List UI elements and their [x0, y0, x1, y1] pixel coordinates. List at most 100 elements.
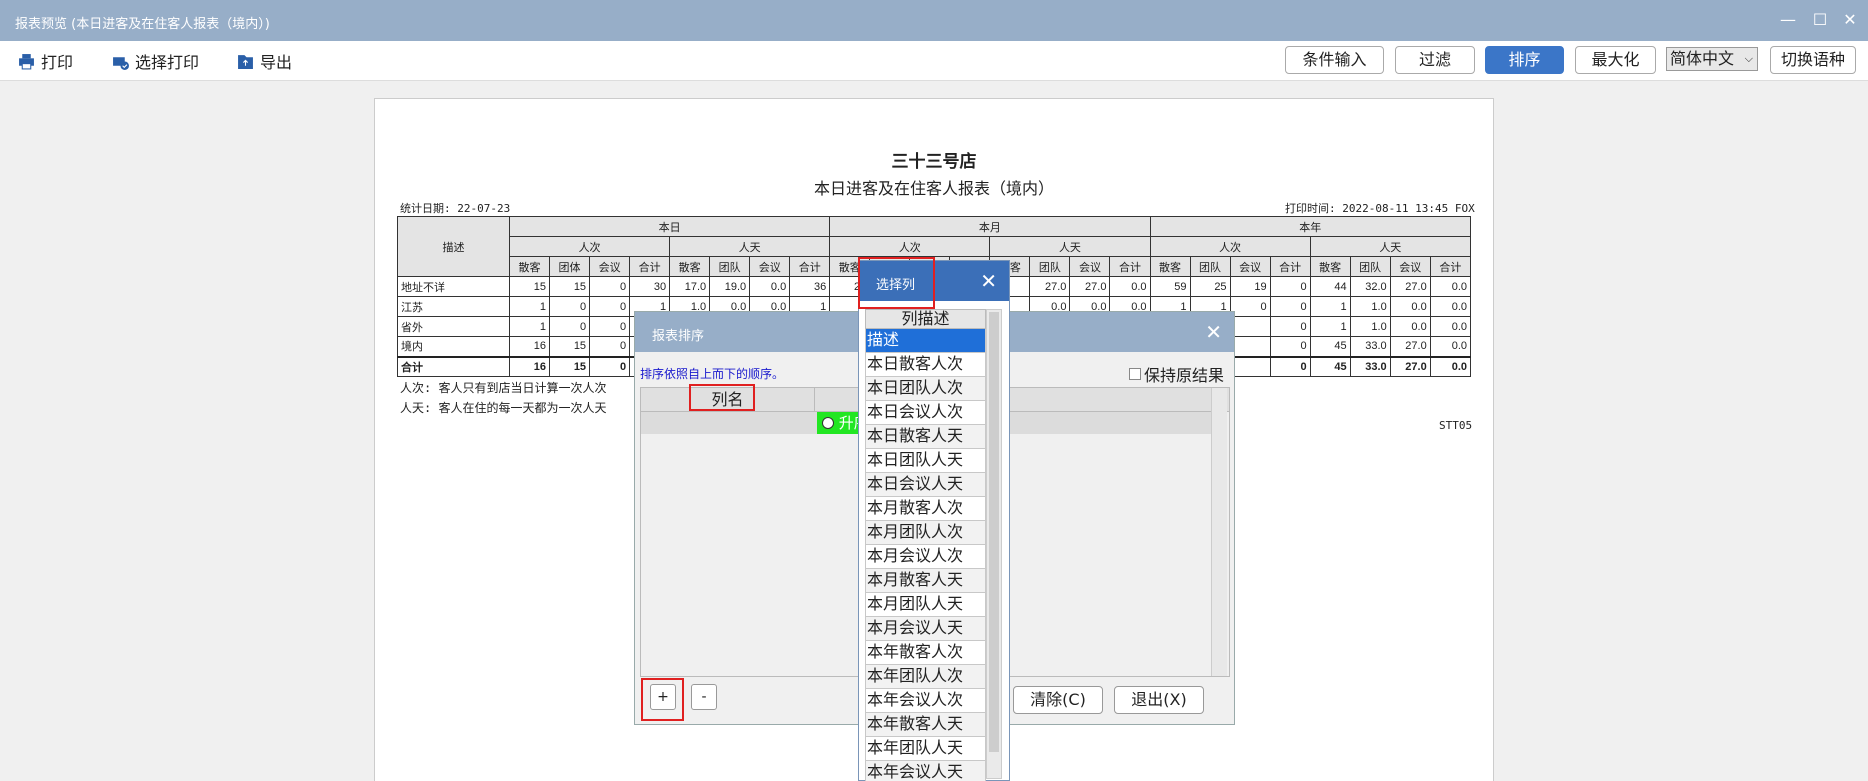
highlight-column-name — [689, 384, 755, 411]
filter-button[interactable]: 过滤 — [1395, 46, 1475, 74]
column-list-item[interactable]: 本月散客人天 — [865, 569, 986, 593]
table-cell: 0 — [589, 316, 631, 337]
table-cell: 0.0 — [1389, 316, 1431, 337]
column-list-item[interactable]: 本年散客人天 — [865, 713, 986, 737]
table-cell: 0.0 — [1429, 296, 1472, 317]
highlight-add-button — [641, 678, 684, 721]
condition-input-button[interactable]: 条件输入 — [1285, 46, 1384, 74]
scrollbar-thumb[interactable] — [989, 312, 999, 752]
table-cell: 15 — [549, 355, 591, 377]
header-group: 人次 — [829, 236, 991, 257]
table-cell: 19 — [1229, 276, 1271, 297]
column-list-item[interactable]: 本年团队人次 — [865, 665, 986, 689]
column-list-item[interactable]: 本日散客人次 — [865, 353, 986, 377]
export-icon — [238, 54, 253, 69]
header-period: 本月 — [829, 216, 1151, 237]
close-icon[interactable]: ✕ — [1205, 320, 1222, 344]
column-list-item[interactable]: 本日团队人天 — [865, 449, 986, 473]
sort-hint: 排序依照自上而下的顺序。 — [640, 367, 785, 381]
table-cell: 0 — [549, 316, 591, 337]
keep-result-checkbox[interactable]: 保持原结果 — [1129, 362, 1224, 386]
table-cell: 27.0 — [1389, 355, 1431, 377]
window-titlebar: 报表预览 (本日进客及在住客人报表（境内）) — ☐ ✕ — [0, 0, 1868, 41]
header-group: 人天 — [989, 236, 1151, 257]
header-subcol: 散客 — [508, 256, 551, 277]
table-cell: 33.0 — [1349, 355, 1391, 377]
table-cell: 0.0 — [1389, 296, 1431, 317]
column-list-scrollbar[interactable] — [986, 309, 1002, 779]
column-list-item[interactable]: 本日会议人次 — [865, 401, 986, 425]
table-cell: 15 — [549, 336, 591, 357]
row-desc: 境内 — [397, 336, 510, 357]
table-cell: 1 — [508, 316, 551, 337]
column-list-item[interactable]: 本年会议人次 — [865, 689, 986, 713]
language-select[interactable]: 简体中文 ⌵ — [1666, 47, 1758, 71]
table-cell: 27.0 — [1029, 276, 1071, 297]
table-cell: 1 — [1309, 296, 1351, 317]
restore-icon[interactable]: ☐ — [1808, 8, 1832, 32]
header-subcol: 团队 — [709, 256, 751, 277]
header-subcol: 合计 — [1109, 256, 1151, 277]
table-cell: 45 — [1309, 355, 1351, 377]
column-list-item[interactable]: 本月会议人天 — [865, 617, 986, 641]
header-subcol: 合计 — [1429, 256, 1472, 277]
remove-sort-button[interactable]: - — [691, 684, 717, 710]
table-cell: 36 — [789, 276, 831, 297]
table-cell: 0.0 — [1429, 276, 1472, 297]
chevron-down-icon: ⌵ — [1744, 52, 1753, 65]
table-cell: 0 — [1269, 296, 1311, 317]
header-group: 人次 — [508, 236, 671, 257]
select-print-button[interactable]: 选择打印 — [112, 50, 199, 72]
select-print-icon — [113, 56, 129, 70]
checkbox-box — [1129, 368, 1141, 380]
column-list-item[interactable]: 本日会议人天 — [865, 473, 986, 497]
table-cell: 0 — [549, 296, 591, 317]
print-button[interactable]: 打印 — [18, 50, 73, 72]
stat-date: 统计日期: 22-07-23 — [400, 202, 511, 215]
column-list-item[interactable]: 本日团队人次 — [865, 377, 986, 401]
close-icon[interactable]: ✕ — [1838, 8, 1862, 32]
header-period: 本日 — [508, 216, 831, 237]
table-cell: 15 — [549, 276, 591, 297]
clear-button[interactable]: 清除(C) — [1013, 686, 1103, 714]
window-title: 报表预览 (本日进客及在住客人报表（境内）) — [15, 17, 270, 32]
table-cell: 16 — [508, 336, 551, 357]
column-list-item[interactable]: 本日散客人天 — [865, 425, 986, 449]
column-list-item[interactable]: 本年团队人天 — [865, 737, 986, 761]
print-label: 打印 — [41, 53, 74, 72]
column-list-item[interactable]: 本月会议人次 — [865, 545, 986, 569]
column-list-item[interactable]: 本年会议人天 — [865, 761, 986, 781]
close-icon[interactable]: ✕ — [980, 269, 997, 293]
sort-button[interactable]: 排序 — [1485, 46, 1564, 74]
column-list-item[interactable]: 本月团队人天 — [865, 593, 986, 617]
column-list-item[interactable]: 本年散客人次 — [865, 641, 986, 665]
radio-icon — [822, 417, 834, 429]
table-cell: 25 — [1189, 276, 1231, 297]
minimize-icon[interactable]: — — [1776, 8, 1800, 32]
table-cell — [1229, 336, 1271, 357]
maximize-button[interactable]: 最大化 — [1575, 46, 1656, 74]
grid-scrollbar[interactable] — [1211, 388, 1227, 676]
select-column-dialog: 选择列 ✕ 列描述 描述 本日散客人次 本日团队人次 本日会议人次 本日散客人天 本日团队… — [858, 260, 1010, 781]
header-subcol: 合计 — [789, 256, 831, 277]
column-list-item[interactable]: 描述 — [865, 329, 986, 353]
row-desc: 地址不详 — [397, 276, 510, 297]
header-subcol: 会议 — [1229, 256, 1271, 277]
keep-result-label: 保持原结果 — [1144, 366, 1225, 385]
switch-language-button[interactable]: 切换语种 — [1770, 46, 1856, 74]
table-cell: 0 — [1229, 296, 1271, 317]
table-cell: 45 — [1309, 336, 1351, 357]
table-cell: 0 — [1269, 276, 1311, 297]
exit-button[interactable]: 退出(X) — [1114, 686, 1204, 714]
table-cell: 0 — [589, 276, 631, 297]
header-subcol: 会议 — [749, 256, 791, 277]
table-cell: 0 — [589, 296, 631, 317]
header-group: 人天 — [669, 236, 831, 257]
table-cell: 0 — [589, 336, 631, 357]
column-list-item[interactable]: 本月团队人次 — [865, 521, 986, 545]
export-button[interactable]: 导出 — [237, 50, 292, 72]
header-period: 本年 — [1149, 216, 1471, 237]
row-desc: 合计 — [397, 355, 510, 377]
column-list-item[interactable]: 本月散客人次 — [865, 497, 986, 521]
select-print-label: 选择打印 — [135, 53, 200, 72]
